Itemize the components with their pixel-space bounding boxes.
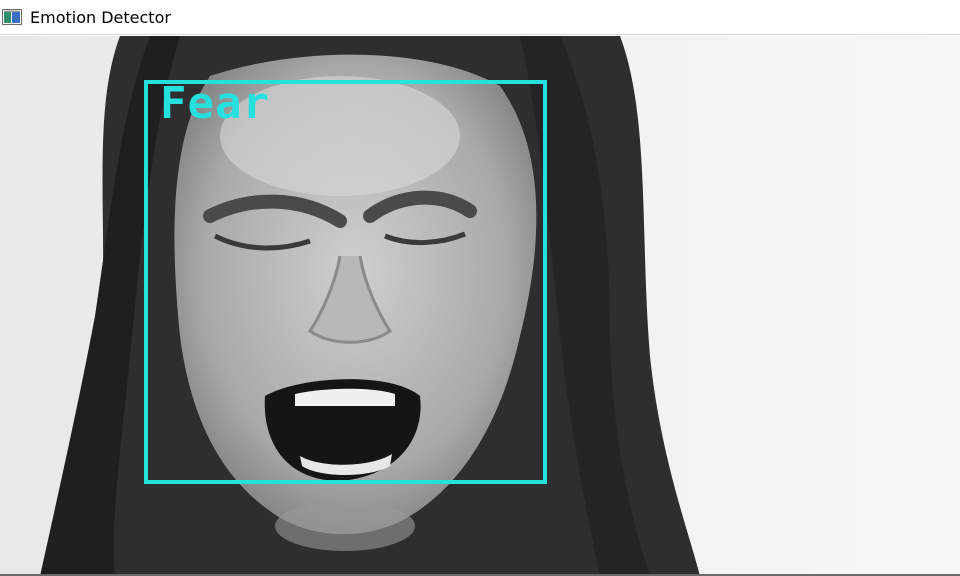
title-bar[interactable]: Emotion Detector	[0, 0, 960, 35]
window-title: Emotion Detector	[30, 7, 171, 27]
face-bounding-box	[144, 80, 547, 484]
video-frame: Fear	[0, 36, 960, 576]
app-window-icon	[2, 9, 22, 25]
app-window: Emotion Detector Fear	[0, 0, 960, 576]
emotion-label: Fear	[160, 78, 270, 129]
